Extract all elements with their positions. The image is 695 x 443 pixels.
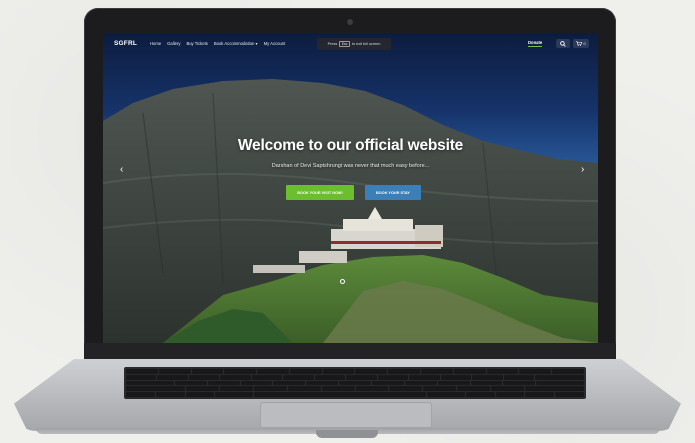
keyboard <box>124 367 586 399</box>
chevron-down-icon: ▾ <box>255 41 258 46</box>
laptop-screen: SGFRL Home Gallery Buy Tickets Book Acco… <box>103 33 598 343</box>
carousel-indicator[interactable] <box>340 279 345 284</box>
search-icon <box>560 40 566 47</box>
chevron-right-icon[interactable]: › <box>581 165 584 175</box>
esc-key-label: Esc <box>339 41 350 47</box>
laptop-chin <box>84 343 616 360</box>
brand-logo[interactable]: SGFRL <box>114 40 137 47</box>
nav-link-gallery[interactable]: Gallery <box>167 41 180 46</box>
nav-links: Home Gallery Buy Tickets Book Accommodat… <box>150 41 285 46</box>
cart-count: 0 <box>583 41 586 46</box>
cart-icon <box>576 41 583 46</box>
laptop-opening-notch <box>316 430 378 438</box>
hero-title: Welcome to our official website <box>237 137 464 154</box>
camera-icon <box>347 19 353 25</box>
hero-subtitle: Darshan of Devi Saptshrungi was never th… <box>271 163 430 169</box>
cart-button[interactable]: 0 <box>573 39 589 48</box>
nav-link-buy-tickets[interactable]: Buy Tickets <box>186 41 207 46</box>
nav-link-book-accommodation[interactable]: Book Accommodation ▾ <box>214 41 258 46</box>
trackpad <box>260 402 432 428</box>
keyboard-row <box>126 369 584 374</box>
keyboard-row <box>126 386 585 392</box>
keyboard-row <box>126 392 584 397</box>
nav-link-my-account[interactable]: My Account <box>264 41 286 46</box>
search-button[interactable] <box>556 39 570 48</box>
chevron-left-icon[interactable]: ‹ <box>120 165 123 175</box>
keyboard-row <box>126 374 585 380</box>
keyboard-row <box>126 380 585 386</box>
fullscreen-exit-hint: Press Esc to exit full screen <box>317 38 391 50</box>
top-navbar: SGFRL Home Gallery Buy Tickets Book Acco… <box>103 33 598 57</box>
book-visit-button[interactable]: BOOK YOUR VISIT NOW! <box>286 185 354 200</box>
book-stay-button[interactable]: BOOK YOUR STAY <box>365 185 421 200</box>
nav-link-home[interactable]: Home <box>150 41 161 46</box>
donate-link[interactable]: Donate <box>528 40 543 47</box>
